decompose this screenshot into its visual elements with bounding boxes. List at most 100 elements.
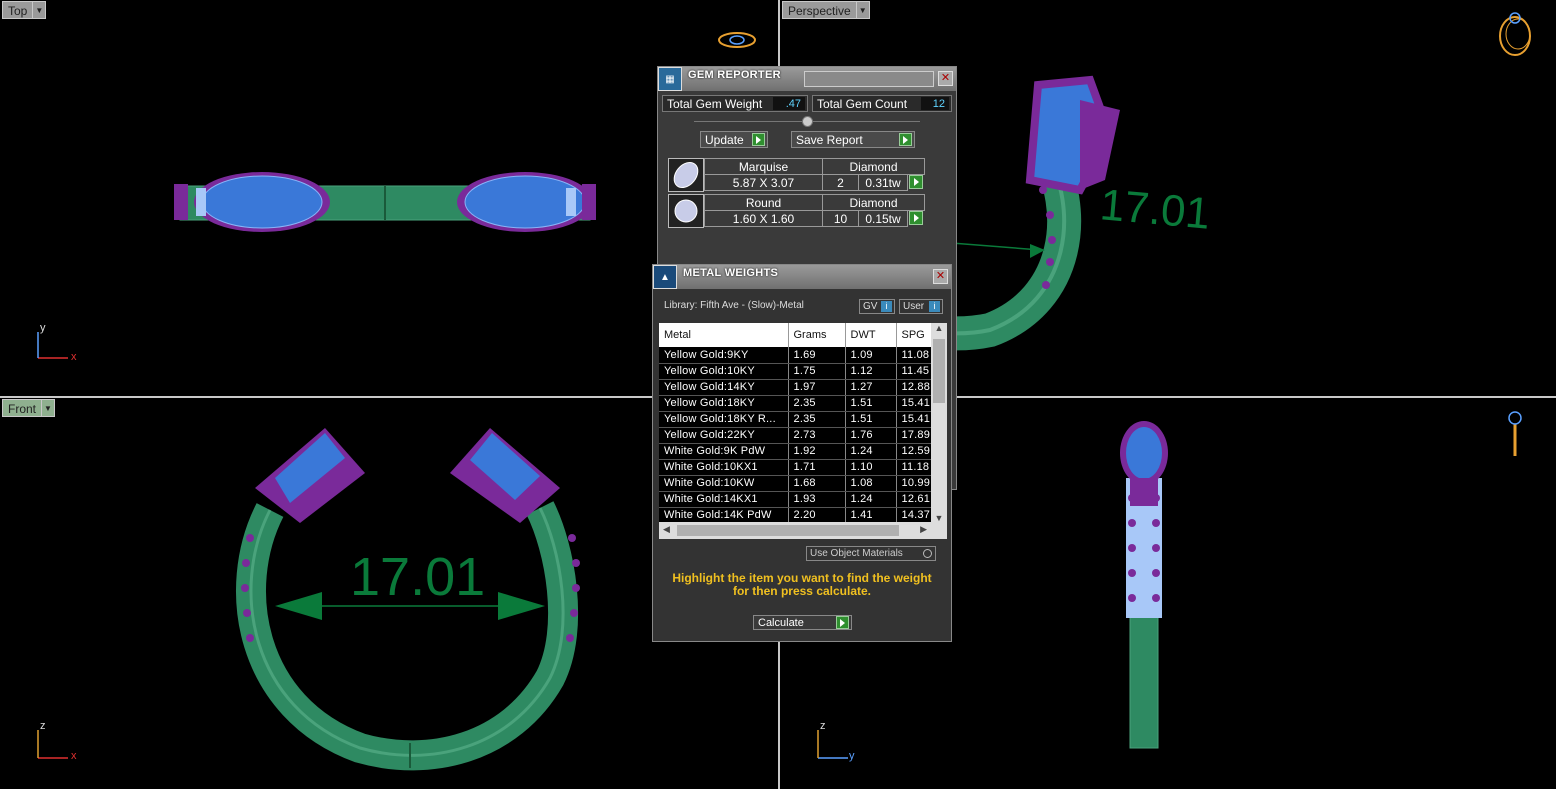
- mini-ring-icon: [718, 32, 756, 48]
- axis-label-y: y: [40, 322, 46, 334]
- play-icon: [899, 133, 912, 146]
- total-gem-count-field: Total Gem Count 12: [812, 95, 952, 112]
- table-cell: Yellow Gold:10KY: [659, 363, 789, 380]
- play-icon: [752, 133, 765, 146]
- save-report-button[interactable]: Save Report: [791, 131, 915, 148]
- table-cell: 11.18: [896, 459, 932, 476]
- play-icon: [836, 616, 849, 629]
- table-cell: 2.20: [788, 507, 846, 524]
- viewport-label-top[interactable]: Top ▼: [2, 1, 47, 19]
- axis-label-z: z: [820, 720, 826, 732]
- radio-icon: [923, 549, 932, 558]
- table-row[interactable]: Yellow Gold:22KY 2.73 1.76 17.89: [659, 427, 932, 444]
- table-row[interactable]: White Gold:9K PdW 1.92 1.24 12.59: [659, 443, 932, 460]
- gem-reporter-icon: ▦: [658, 67, 682, 91]
- scroll-up-icon[interactable]: ▲: [931, 323, 947, 339]
- scroll-left-icon[interactable]: ◀: [663, 524, 670, 535]
- metal-weights-panel: ▲ METAL WEIGHTS ✕ Library: Fifth Ave - (…: [652, 264, 952, 642]
- axis-gizmo-top: [37, 332, 68, 359]
- table-row[interactable]: White Gold:10KW 1.68 1.08 10.99: [659, 475, 932, 492]
- table-cell: 1.09: [845, 347, 897, 364]
- metal-weights-title: METAL WEIGHTS: [683, 267, 779, 279]
- table-cell: White Gold:14KX1: [659, 491, 789, 508]
- axis-gizmo-front: [37, 730, 68, 759]
- table-row[interactable]: Yellow Gold:10KY 1.75 1.12 11.45: [659, 363, 932, 380]
- table-cell: White Gold:10KX1: [659, 459, 789, 476]
- update-button[interactable]: Update: [700, 131, 768, 148]
- total-gem-count-value: 12: [921, 97, 949, 110]
- table-cell: Yellow Gold:14KY: [659, 379, 789, 396]
- user-toggle[interactable]: User i: [899, 299, 943, 314]
- table-cell: 1.71: [788, 459, 846, 476]
- mini-perspective-ring-icon: [1499, 12, 1531, 56]
- splitter-knob-icon[interactable]: [802, 116, 813, 127]
- axis-label-y: y: [849, 750, 855, 762]
- front-dimension-label: 17.01: [350, 547, 486, 607]
- metal-weights-table: Metal Grams DWT SPG Yellow Gold:9KY 1.69 1…: [659, 323, 932, 524]
- chevron-down-icon[interactable]: ▼: [856, 1, 870, 19]
- total-gem-weight-value: .47: [773, 97, 805, 110]
- table-cell: 2.73: [788, 427, 846, 444]
- gem-reporter-titlebar[interactable]: ▦ GEM REPORTER ✕: [658, 67, 956, 91]
- metal-weights-titlebar[interactable]: ▲ METAL WEIGHTS ✕: [653, 265, 951, 289]
- metal-table-container[interactable]: Metal Grams DWT SPG Yellow Gold:9KY 1.69 1…: [659, 323, 947, 539]
- horizontal-scrollbar[interactable]: ◀ ▶: [659, 522, 931, 539]
- table-row[interactable]: Yellow Gold:14KY 1.97 1.27 12.88: [659, 379, 932, 396]
- viewport-label-front[interactable]: Front ▼: [2, 399, 56, 417]
- table-cell: 1.24: [845, 491, 897, 508]
- table-cell: 11.08: [896, 347, 932, 364]
- table-row[interactable]: Yellow Gold:18KY 2.35 1.51 15.41: [659, 395, 932, 412]
- gv-toggle[interactable]: GV i: [859, 299, 895, 314]
- gem-detail-button[interactable]: [909, 175, 923, 189]
- table-cell: 1.69: [788, 347, 846, 364]
- table-cell: 1.75: [788, 363, 846, 380]
- scroll-down-icon[interactable]: ▼: [931, 513, 947, 523]
- chevron-down-icon[interactable]: ▼: [42, 399, 56, 417]
- table-cell: Yellow Gold:18KY: [659, 395, 789, 412]
- table-cell: 1.10: [845, 459, 897, 476]
- table-row[interactable]: Yellow Gold:9KY 1.69 1.09 11.08: [659, 347, 932, 364]
- axis-label-x: x: [71, 351, 77, 363]
- table-cell: White Gold:10KW: [659, 475, 789, 492]
- table-cell: 1.68: [788, 475, 846, 492]
- total-gem-weight-field: Total Gem Weight .47: [662, 95, 808, 112]
- mini-side-ring-icon: [1508, 411, 1522, 456]
- info-icon: i: [881, 301, 892, 312]
- table-cell: 1.51: [845, 411, 897, 428]
- gem-reporter-title: GEM REPORTER: [688, 69, 781, 81]
- table-row[interactable]: White Gold:14K PdW 2.20 1.41 14.37: [659, 507, 932, 524]
- vertical-scrollbar[interactable]: ▲ ▼: [931, 323, 947, 539]
- marquise-gem-icon: [668, 158, 704, 192]
- flask-icon: ▲: [653, 265, 677, 289]
- table-cell: 1.12: [845, 363, 897, 380]
- scroll-thumb[interactable]: [933, 339, 945, 403]
- use-object-materials-toggle[interactable]: Use Object Materials: [806, 546, 936, 561]
- table-cell: 1.93: [788, 491, 846, 508]
- calculate-button[interactable]: Calculate: [753, 615, 852, 630]
- table-cell: 1.41: [845, 507, 897, 524]
- round-gem-icon: [668, 194, 704, 228]
- close-icon[interactable]: ✕: [938, 71, 953, 86]
- table-cell: Yellow Gold:9KY: [659, 347, 789, 364]
- table-row[interactable]: White Gold:10KX1 1.71 1.10 11.18: [659, 459, 932, 476]
- close-icon[interactable]: ✕: [933, 269, 948, 284]
- table-cell: 12.59: [896, 443, 932, 460]
- table-cell: 1.08: [845, 475, 897, 492]
- table-cell: 1.76: [845, 427, 897, 444]
- table-cell: 1.97: [788, 379, 846, 396]
- viewport-label-perspective[interactable]: Perspective ▼: [782, 1, 870, 19]
- scroll-thumb-horizontal[interactable]: [677, 525, 899, 536]
- titlebar-drag-area[interactable]: [804, 71, 934, 87]
- table-row[interactable]: Yellow Gold:18KY R... 2.35 1.51 15.41: [659, 411, 932, 428]
- table-row[interactable]: White Gold:14KX1 1.93 1.24 12.61: [659, 491, 932, 508]
- chevron-down-icon[interactable]: ▼: [33, 1, 47, 19]
- perspective-dimension-label: 17.01: [1098, 180, 1213, 239]
- gem-detail-button[interactable]: [909, 211, 923, 225]
- gem-row[interactable]: Round Diamond 1.60 X 1.60 10 0.15tw: [668, 194, 925, 228]
- scroll-right-icon[interactable]: ▶: [920, 524, 927, 535]
- table-cell: 15.41: [896, 411, 932, 428]
- table-cell: 10.99: [896, 475, 932, 492]
- table-cell: 2.35: [788, 411, 846, 428]
- table-cell: 2.35: [788, 395, 846, 412]
- gem-row[interactable]: Marquise Diamond 5.87 X 3.07 2 0.31tw: [668, 158, 925, 192]
